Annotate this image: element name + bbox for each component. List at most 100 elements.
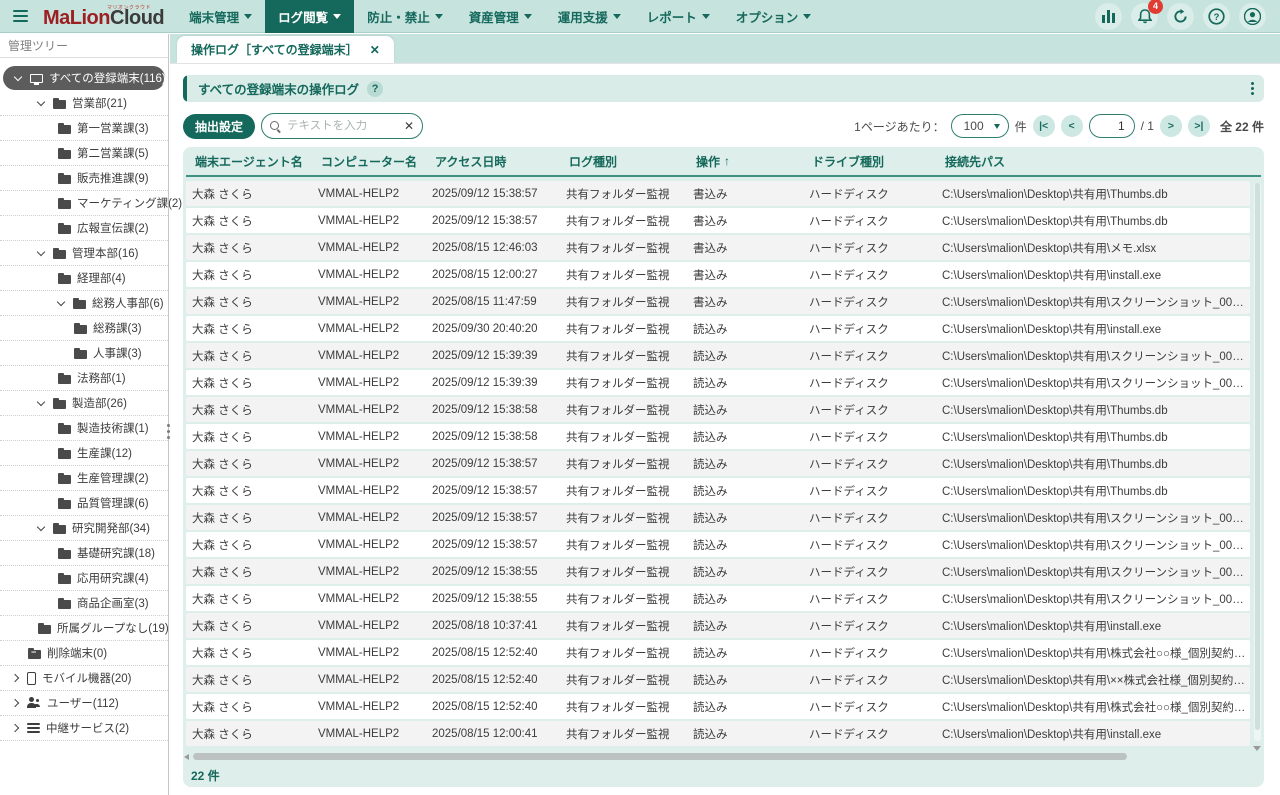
table-row[interactable]: 大森 さくらVMMAL-HELP22025/09/12 15:38:57共有フォ… bbox=[186, 181, 1250, 206]
tree-item[interactable]: 総務課(3) bbox=[0, 316, 168, 341]
scroll-left-arrow-icon[interactable] bbox=[184, 754, 189, 760]
account-icon[interactable] bbox=[1239, 3, 1266, 30]
table-row[interactable]: 大森 さくらVMMAL-HELP22025/08/15 12:00:27共有フォ… bbox=[186, 262, 1250, 287]
tab-operation-log[interactable]: 操作ログ［すべての登録端末］ ✕ bbox=[177, 36, 394, 63]
tree-item[interactable]: 応用研究課(4) bbox=[0, 566, 168, 591]
tree-expander-icon[interactable] bbox=[14, 72, 22, 80]
tree-item[interactable]: 経理部(4) bbox=[0, 266, 168, 291]
tree-item[interactable]: 広報宣伝課(2) bbox=[0, 216, 168, 241]
tree-item[interactable]: 第二営業課(5) bbox=[0, 141, 168, 166]
search-clear-icon[interactable]: ✕ bbox=[404, 119, 414, 133]
tree-item[interactable]: モバイル機器(20) bbox=[0, 666, 168, 691]
extract-settings-button[interactable]: 抽出設定 bbox=[183, 114, 255, 139]
tab-close-icon[interactable]: ✕ bbox=[370, 43, 380, 57]
search-input[interactable] bbox=[287, 120, 398, 132]
tree-item[interactable]: 製造部(26) bbox=[0, 391, 168, 416]
scroll-down-arrow-icon[interactable] bbox=[1253, 746, 1261, 751]
nav-item-レポート[interactable]: レポート bbox=[634, 0, 723, 33]
tree-expander-icon[interactable] bbox=[37, 247, 45, 255]
table-row[interactable]: 大森 さくらVMMAL-HELP22025/09/12 15:38:57共有フォ… bbox=[186, 208, 1250, 233]
tree-item[interactable]: 所属グループなし(19) bbox=[0, 616, 168, 641]
column-header[interactable]: アクセス日時 bbox=[429, 153, 563, 170]
table-cell: C:\Users\malion\Desktop\共有用\スクリーンショット_00… bbox=[936, 294, 1250, 310]
tree-expander-icon[interactable] bbox=[57, 297, 65, 305]
tree-item[interactable]: マーケティング課(2) bbox=[0, 191, 168, 216]
tree-item[interactable]: 管理本部(16) bbox=[0, 241, 168, 266]
horizontal-scrollbar[interactable] bbox=[189, 753, 1250, 761]
table-row[interactable]: 大森 さくらVMMAL-HELP22025/09/12 15:38:55共有フォ… bbox=[186, 559, 1250, 584]
next-page-button[interactable]: > bbox=[1160, 115, 1182, 137]
table-row[interactable]: 大森 さくらVMMAL-HELP22025/09/12 15:39:39共有フォ… bbox=[186, 370, 1250, 395]
tree-item[interactable]: 営業部(21) bbox=[0, 91, 168, 116]
tree-item[interactable]: すべての登録端末(116) bbox=[3, 66, 165, 90]
per-page-select[interactable]: 100 bbox=[951, 114, 1009, 138]
table-row[interactable]: 大森 さくらVMMAL-HELP22025/09/12 15:38:58共有フォ… bbox=[186, 397, 1250, 422]
help-icon[interactable]: ? bbox=[1203, 3, 1230, 30]
chart-icon[interactable] bbox=[1095, 3, 1122, 30]
tree-item[interactable]: 生産管理課(2) bbox=[0, 466, 168, 491]
tree-item[interactable]: 人事課(3) bbox=[0, 341, 168, 366]
table-row[interactable]: 大森 さくらVMMAL-HELP22025/09/12 15:38:57共有フォ… bbox=[186, 505, 1250, 530]
last-page-button[interactable]: >| bbox=[1188, 115, 1210, 137]
tree-expander-icon[interactable] bbox=[37, 522, 45, 530]
table-row[interactable]: 大森 さくらVMMAL-HELP22025/08/15 12:52:40共有フォ… bbox=[186, 694, 1250, 719]
vertical-scrollbar[interactable] bbox=[1254, 183, 1261, 741]
tree-item[interactable]: 生産課(12) bbox=[0, 441, 168, 466]
prev-page-button[interactable]: < bbox=[1061, 115, 1083, 137]
nav-item-ログ閲覧[interactable]: ログ閲覧 bbox=[265, 0, 354, 33]
table-cell: 共有フォルダー監視 bbox=[560, 591, 687, 607]
tree-expander-icon[interactable] bbox=[37, 397, 45, 405]
table-row[interactable]: 大森 さくらVMMAL-HELP22025/08/15 12:52:40共有フォ… bbox=[186, 640, 1250, 665]
table-row[interactable]: 大森 さくらVMMAL-HELP22025/08/15 12:46:03共有フォ… bbox=[186, 235, 1250, 260]
vertical-scroll-thumb[interactable] bbox=[1255, 183, 1260, 730]
horizontal-scroll-thumb[interactable] bbox=[193, 753, 1127, 760]
tree-item[interactable]: 品質管理課(6) bbox=[0, 491, 168, 516]
tree-expander-icon[interactable] bbox=[11, 674, 19, 682]
table-row[interactable]: 大森 さくらVMMAL-HELP22025/09/12 15:38:55共有フォ… bbox=[186, 586, 1250, 611]
table-row[interactable]: 大森 さくらVMMAL-HELP22025/08/18 10:37:41共有フォ… bbox=[186, 613, 1250, 638]
nav-item-資産管理[interactable]: 資産管理 bbox=[456, 0, 545, 33]
column-header[interactable]: 端末エージェント名 bbox=[189, 153, 315, 170]
tree-expander-icon[interactable] bbox=[11, 724, 19, 732]
first-page-button[interactable]: |< bbox=[1033, 115, 1055, 137]
tree-item[interactable]: 基礎研究課(18) bbox=[0, 541, 168, 566]
kebab-menu-icon[interactable] bbox=[1251, 82, 1254, 95]
table-row[interactable]: 大森 さくらVMMAL-HELP22025/09/12 15:38:57共有フォ… bbox=[186, 532, 1250, 557]
tree-item[interactable]: 製造技術課(1) bbox=[0, 416, 168, 441]
tree-item[interactable]: 商品企画室(3) bbox=[0, 591, 168, 616]
refresh-icon[interactable] bbox=[1167, 3, 1194, 30]
tree-expander-icon[interactable] bbox=[11, 699, 19, 707]
tree-item[interactable]: 中継サービス(2) bbox=[0, 716, 168, 741]
table-row[interactable]: 大森 さくらVMMAL-HELP22025/08/15 12:00:41共有フォ… bbox=[186, 721, 1250, 746]
page-number-input[interactable] bbox=[1089, 114, 1135, 138]
sidebar-resize-handle[interactable] bbox=[164, 424, 172, 439]
nav-item-オプション[interactable]: オプション bbox=[723, 0, 825, 33]
tree-item[interactable]: 法務部(1) bbox=[0, 366, 168, 391]
bell-icon[interactable]: 4 bbox=[1131, 3, 1158, 30]
table-row[interactable]: 大森 さくらVMMAL-HELP22025/09/30 20:40:20共有フォ… bbox=[186, 316, 1250, 341]
nav-item-運用支援[interactable]: 運用支援 bbox=[545, 0, 634, 33]
panel-help-icon[interactable]: ? bbox=[367, 81, 383, 97]
column-header[interactable]: 接続先パス bbox=[939, 153, 1247, 170]
table-row[interactable]: 大森 さくらVMMAL-HELP22025/09/12 15:38:58共有フォ… bbox=[186, 424, 1250, 449]
tree-item[interactable]: 研究開発部(34) bbox=[0, 516, 168, 541]
hamburger-menu-icon[interactable] bbox=[7, 3, 33, 29]
column-header[interactable]: 操作↑ bbox=[690, 153, 806, 170]
table-row[interactable]: 大森 さくらVMMAL-HELP22025/09/12 15:38:57共有フォ… bbox=[186, 478, 1250, 503]
tree-item-label: 生産管理課(2) bbox=[77, 470, 149, 486]
table-row[interactable]: 大森 さくらVMMAL-HELP22025/08/15 11:47:59共有フォ… bbox=[186, 289, 1250, 314]
tree-item[interactable]: 第一営業課(3) bbox=[0, 116, 168, 141]
nav-item-防止・禁止[interactable]: 防止・禁止 bbox=[354, 0, 456, 33]
tree-item[interactable]: ユーザー(112) bbox=[0, 691, 168, 716]
column-header[interactable]: ドライブ種別 bbox=[806, 153, 939, 170]
table-row[interactable]: 大森 さくらVMMAL-HELP22025/09/12 15:38:57共有フォ… bbox=[186, 451, 1250, 476]
table-row[interactable]: 大森 さくらVMMAL-HELP22025/08/15 12:52:40共有フォ… bbox=[186, 667, 1250, 692]
tree-item[interactable]: 販売推進課(9) bbox=[0, 166, 168, 191]
column-header[interactable]: コンピューター名 bbox=[315, 153, 429, 170]
column-header[interactable]: ログ種別 bbox=[563, 153, 690, 170]
tree-item[interactable]: 削除端末(0) bbox=[0, 641, 168, 666]
nav-item-端末管理[interactable]: 端末管理 bbox=[176, 0, 265, 33]
table-row[interactable]: 大森 さくらVMMAL-HELP22025/09/12 15:39:39共有フォ… bbox=[186, 343, 1250, 368]
tree-expander-icon[interactable] bbox=[37, 97, 45, 105]
tree-item[interactable]: 総務人事部(6) bbox=[0, 291, 168, 316]
